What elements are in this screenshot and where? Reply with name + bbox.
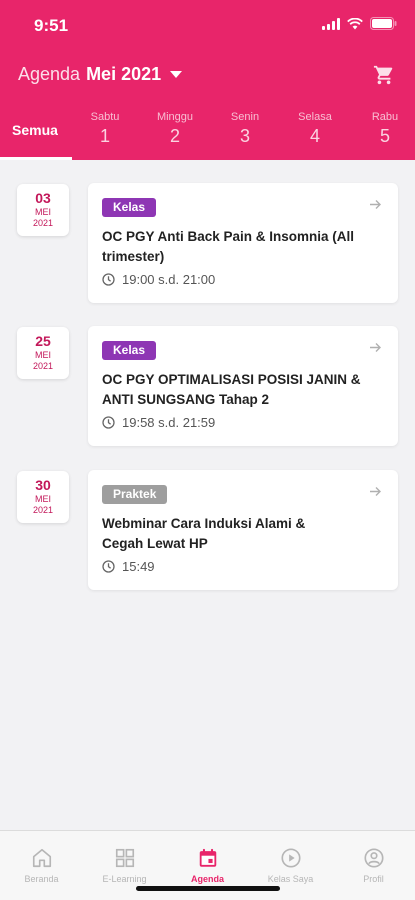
nav-label: E-Learning (102, 874, 147, 884)
shopping-cart-icon[interactable] (373, 64, 395, 91)
arrow-right-icon (370, 343, 381, 352)
tab-day-name: Senin (230, 111, 260, 123)
event-card[interactable]: Kelas OC PGY OPTIMALISASI POSISI JANIN &… (88, 326, 398, 446)
month-selector[interactable]: Agenda Mei 2021 (18, 64, 183, 85)
event-date-day: 25 (35, 333, 51, 349)
battery-icon (370, 17, 397, 30)
event-time-row: 15:49 (102, 559, 155, 574)
event-date: 03 MEI 2021 (17, 184, 69, 236)
wifi-icon (347, 17, 363, 29)
event-date-day: 30 (35, 477, 51, 493)
event-date-year: 2021 (32, 218, 54, 228)
nav-item-beranda[interactable]: Beranda (0, 831, 83, 900)
event-date-year: 2021 (32, 361, 54, 371)
event-date-year: 2021 (32, 505, 54, 515)
event-time: 19:00 s.d. 21:00 (122, 272, 216, 287)
nav-label: Kelas Saya (267, 874, 314, 884)
tab-day[interactable]: Minggu 2 (140, 108, 210, 160)
calendar-icon (199, 848, 216, 867)
play-circle-icon (280, 848, 301, 868)
grid-icon (115, 848, 134, 868)
day-tabs: Semua Sabtu 1 Minggu 2 Senin 3 Selasa 4 … (0, 108, 415, 160)
event-date-month: MEI (34, 207, 51, 217)
tab-all[interactable]: Semua (0, 108, 72, 160)
status-icons (322, 17, 397, 30)
tab-day-number: 1 (99, 126, 110, 146)
tab-day-name: Minggu (156, 111, 194, 123)
tab-day[interactable]: Senin 3 (210, 108, 280, 160)
event-date-month: MEI (34, 350, 51, 360)
category-badge: Kelas (102, 198, 157, 217)
tab-day-name: Sabtu (90, 111, 120, 123)
profile-icon (363, 848, 384, 868)
event-title: Webminar Cara Induksi Alami & Cegah Lewa… (102, 516, 306, 551)
tab-day-name: Rabu (371, 111, 399, 123)
clock-icon (102, 416, 115, 429)
tab-day[interactable]: Rabu 5 (350, 108, 415, 160)
event-card[interactable]: Praktek Webminar Cara Induksi Alami & Ce… (88, 470, 398, 590)
tab-day-name: Selasa (298, 111, 332, 123)
nav-label: Agenda (190, 874, 224, 884)
event-card[interactable]: Kelas OC PGY Anti Back Pain & Insomnia (… (88, 183, 398, 303)
event-date-month: MEI (34, 494, 51, 504)
tab-day-number: 3 (239, 126, 250, 146)
signal-icon (322, 17, 340, 30)
event-date: 25 MEI 2021 (17, 327, 69, 379)
tab-day-number: 4 (309, 126, 320, 146)
event-date: 30 MEI 2021 (17, 471, 69, 523)
arrow-right-icon (370, 200, 381, 209)
tab-day[interactable]: Sabtu 1 (70, 108, 140, 160)
arrow-right-icon (370, 487, 381, 496)
clock-icon (102, 560, 115, 573)
nav-label: Beranda (24, 874, 59, 884)
event-time-row: 19:00 s.d. 21:00 (102, 272, 215, 287)
tab-day-number: 5 (379, 126, 390, 146)
home-icon (32, 848, 51, 868)
active-tab-indicator (0, 157, 72, 160)
event-time-row: 19:58 s.d. 21:59 (102, 415, 215, 430)
event-date-day: 03 (35, 190, 51, 206)
month-label: Mei 2021 (86, 64, 162, 84)
event-time: 19:58 s.d. 21:59 (122, 415, 216, 430)
nav-item-profil[interactable]: Profil (332, 831, 415, 900)
page-title: Agenda (18, 64, 81, 84)
caret-down-icon (170, 71, 183, 78)
status-time: 9:51 (34, 16, 69, 35)
nav-label: Profil (363, 874, 384, 884)
app-header: 9:51 Agenda Mei 2021 Semua Sabtu 1 Mingg… (0, 0, 415, 160)
status-bar: 9:51 (0, 0, 415, 48)
home-indicator (136, 886, 280, 891)
tab-day-number: 2 (169, 126, 180, 146)
category-badge: Praktek (102, 485, 168, 504)
event-time: 15:49 (122, 559, 155, 574)
tab-all-label: Semua (12, 122, 58, 138)
event-title: OC PGY OPTIMALISASI POSISI JANIN & ANTI … (102, 372, 361, 407)
clock-icon (102, 273, 115, 286)
event-title: OC PGY Anti Back Pain & Insomnia (All tr… (102, 229, 355, 264)
tab-day[interactable]: Selasa 4 (280, 108, 350, 160)
category-badge: Kelas (102, 341, 157, 360)
